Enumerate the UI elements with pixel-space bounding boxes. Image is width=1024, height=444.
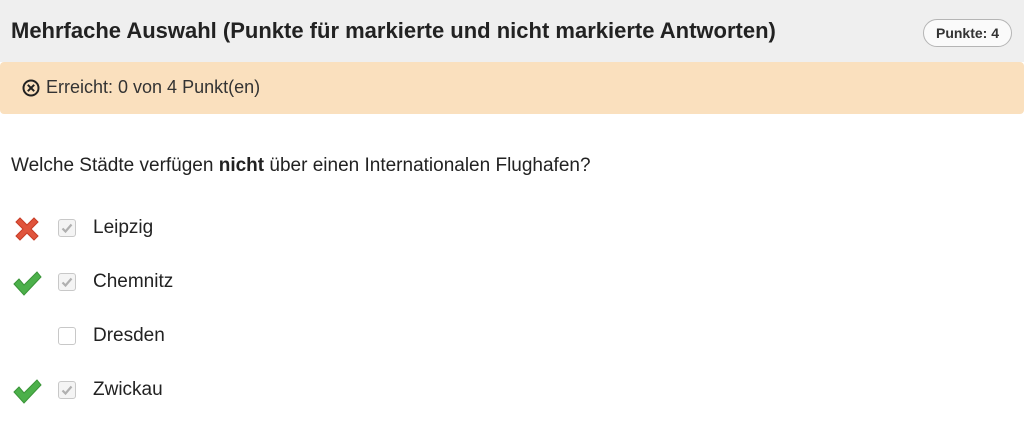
answer-checkbox-leipzig[interactable]	[58, 219, 76, 237]
question-emphasis: nicht	[218, 155, 265, 176]
checkbox-tick-icon	[61, 223, 73, 234]
question-text: Welche Städte verfügen nicht über einen …	[11, 155, 591, 177]
question-header: Mehrfache Auswahl (Punkte für markierte …	[0, 0, 1024, 62]
answer-label: Zwickau	[93, 379, 163, 400]
circled-x-icon	[22, 79, 40, 97]
answer-option-leipzig: Leipzig	[0, 209, 400, 249]
question-text-start: Welche Städte verfügen	[11, 155, 219, 176]
answer-option-dresden: Dresden	[0, 317, 400, 357]
checkbox-tick-icon	[61, 385, 73, 396]
answer-label: Leipzig	[93, 217, 154, 238]
result-banner: Erreicht: 0 von 4 Punkt(en)	[0, 62, 1024, 114]
answer-checkbox-dresden[interactable]	[58, 327, 76, 345]
question-title: Mehrfache Auswahl (Punkte für markierte …	[11, 18, 776, 43]
answer-checkbox-zwickau[interactable]	[58, 381, 76, 399]
answer-checkbox-chemnitz[interactable]	[58, 273, 76, 291]
red-x-icon	[11, 213, 43, 245]
answer-label: Dresden	[93, 325, 165, 346]
answer-option-zwickau: Zwickau	[0, 371, 400, 411]
answer-option-chemnitz: Chemnitz	[0, 263, 400, 303]
green-check-icon	[11, 375, 43, 407]
question-text-end: über einen Internationalen Flughafen?	[264, 155, 591, 176]
result-text: Erreicht: 0 von 4 Punkt(en)	[46, 77, 261, 97]
green-check-icon	[11, 267, 43, 299]
answer-label: Chemnitz	[93, 271, 174, 292]
points-badge: Punkte: 4	[922, 19, 1012, 47]
checkbox-tick-icon	[61, 277, 73, 288]
